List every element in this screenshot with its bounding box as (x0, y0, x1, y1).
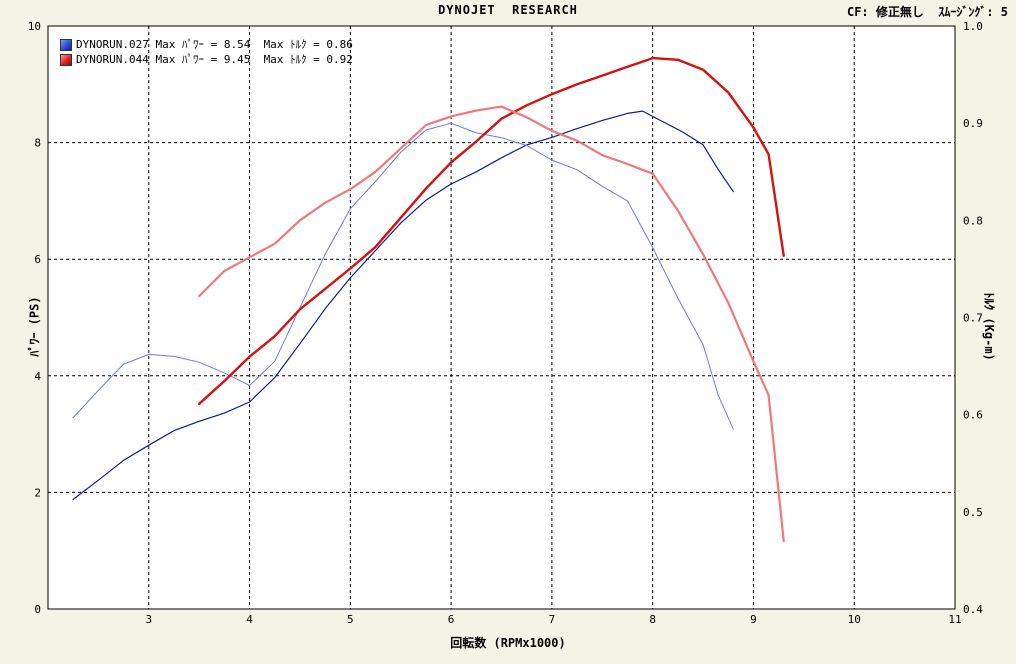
y-left-tick-label: 6 (34, 253, 41, 266)
dyno-chart-svg: 3 4 5 6 7 8 9 10 1102468100.40.50.60.70.80.91.0 (28, 20, 983, 626)
chart-settings-info: CF: 修正無し ｽﾑｰｼﾞﾝｸﾞ: 5 (846, 5, 1008, 19)
legend-label-run-044: DYNORUN.044 Max ﾊﾟﾜｰ = 9.45 Max ﾄﾙｸ = 0.… (76, 53, 353, 66)
y-axis-right-label: ﾄﾙｸ (Kg-m) (982, 292, 997, 361)
x-tick-label: 10 (848, 613, 861, 626)
legend-label-run-027: DYNORUN.027 Max ﾊﾟﾜｰ = 8.54 Max ﾄﾙｸ = 0.… (76, 38, 353, 51)
legend: DYNORUN.027 Max ﾊﾟﾜｰ = 8.54 Max ﾄﾙｸ = 0.… (60, 37, 353, 67)
y-axis-left-label: ﾊﾟﾜｰ (PS) (27, 296, 42, 357)
x-tick-label: 6 (448, 613, 455, 626)
y-left-tick-label: 4 (34, 370, 41, 383)
legend-item-run-027: DYNORUN.027 Max ﾊﾟﾜｰ = 8.54 Max ﾄﾙｸ = 0.… (60, 37, 353, 52)
y-right-tick-label: 1.0 (963, 20, 983, 33)
y-left-tick-label: 8 (34, 137, 41, 150)
x-tick-label: 11 (948, 613, 961, 626)
legend-swatch-blue (60, 38, 72, 51)
legend-swatch-red (60, 53, 72, 66)
dyno-chart: 3 4 5 6 7 8 9 10 11 0 2 4 6 8 10 0.4 0.5 0.6 0.7 0.8 0.9 1.0 … (0, 0, 1016, 664)
y-right-tick-label: 0.9 (963, 117, 983, 130)
x-tick-label: 4 (246, 613, 253, 626)
y-left-tick-label: 10 (28, 20, 41, 33)
x-tick-label: 7 (549, 613, 556, 626)
y-right-tick-label: 0.6 (963, 409, 983, 422)
y-left-tick-label: 0 (34, 603, 41, 616)
x-tick-label: 3 (145, 613, 152, 626)
y-right-tick-label: 0.8 (963, 214, 983, 227)
legend-item-run-044: DYNORUN.044 Max ﾊﾟﾜｰ = 9.45 Max ﾄﾙｸ = 0.… (60, 52, 353, 67)
y-left-tick-label: 2 (34, 486, 41, 499)
y-right-tick-label: 0.4 (963, 603, 983, 616)
x-tick-label: 8 (649, 613, 656, 626)
plot-area (47, 25, 956, 610)
x-axis-label: 回転数 (RPMx1000) (450, 636, 566, 650)
y-right-tick-label: 0.5 (963, 506, 983, 519)
x-tick-label: 5 (347, 613, 354, 626)
x-tick-label: 9 (750, 613, 757, 626)
